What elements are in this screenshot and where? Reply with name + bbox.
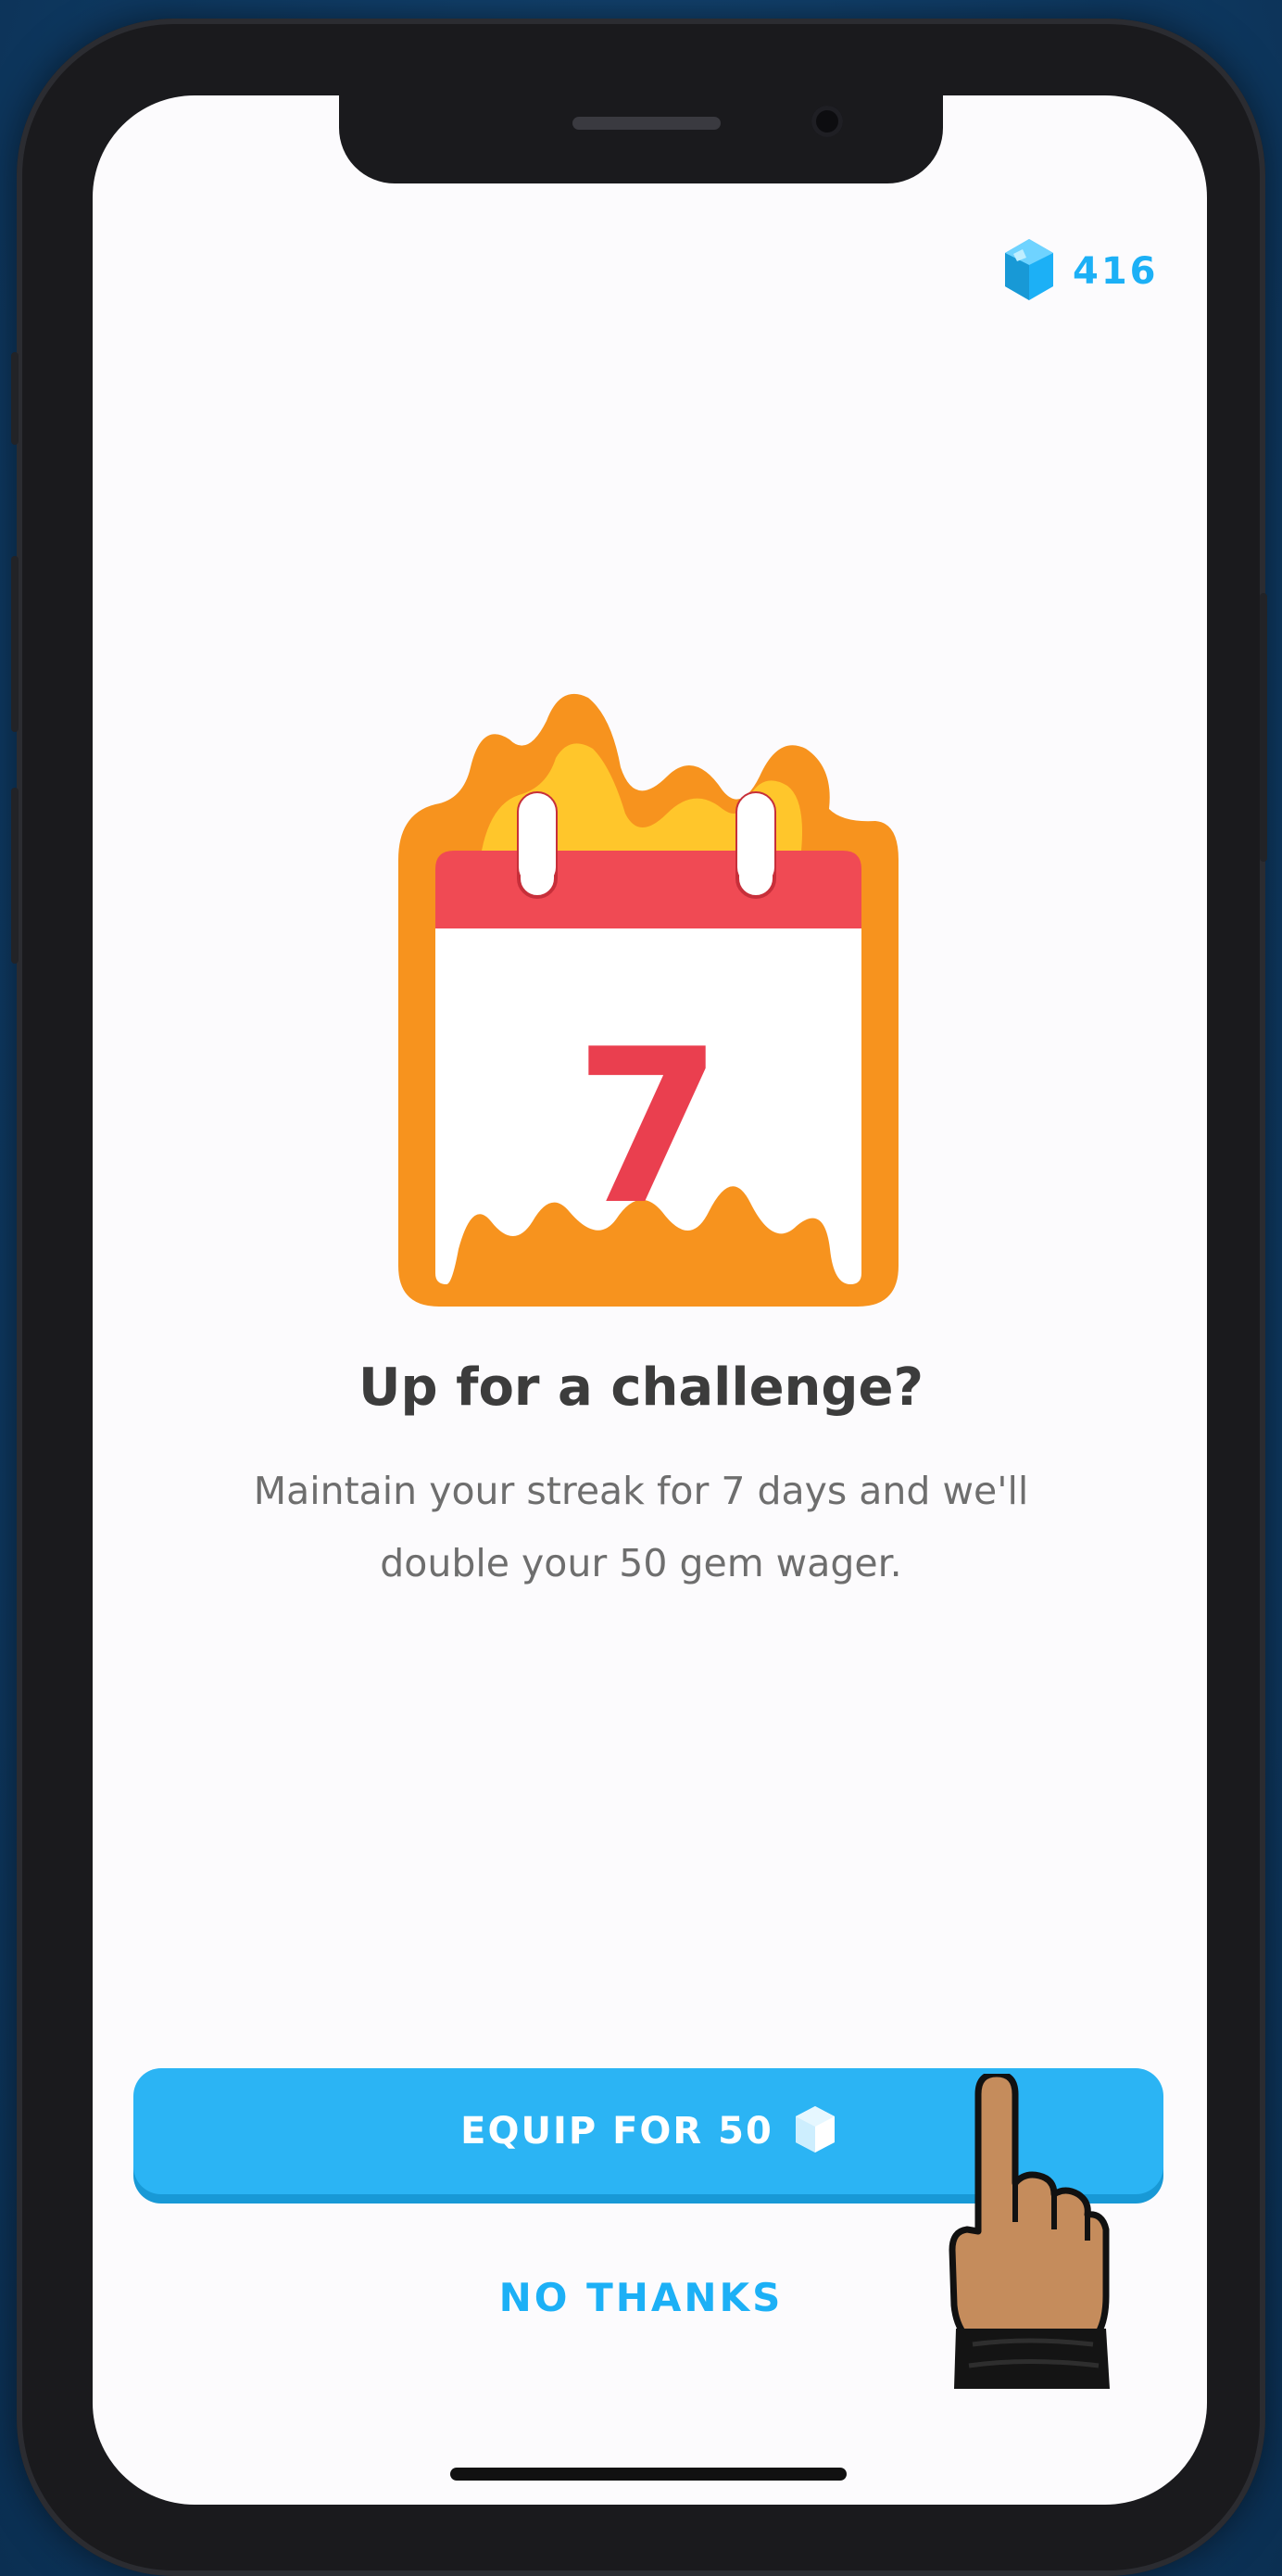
- gem-icon: [1002, 237, 1056, 306]
- power-button: [1260, 593, 1267, 862]
- volume-up-button: [11, 556, 19, 732]
- volume-down-button: [11, 788, 19, 964]
- calendar-day-number: 7: [574, 1004, 723, 1252]
- equip-button-label: EQUIP FOR 50: [460, 2110, 773, 2153]
- pointing-hand-icon: [936, 2070, 1112, 2389]
- home-indicator[interactable]: [450, 2468, 847, 2481]
- gem-count: 416: [1073, 250, 1159, 293]
- challenge-description: Maintain your streak for 7 days and we'l…: [176, 1455, 1106, 1599]
- gem-icon: [794, 2104, 836, 2158]
- description-line-1: Maintain your streak for 7 days and we'l…: [253, 1469, 1029, 1513]
- mute-switch: [11, 352, 19, 445]
- gem-counter[interactable]: 416: [1002, 234, 1159, 309]
- page-title: Up for a challenge?: [358, 1357, 924, 1418]
- front-camera: [811, 106, 843, 137]
- speaker: [572, 117, 721, 130]
- notch: [339, 95, 943, 183]
- description-line-2: double your 50 gem wager.: [380, 1541, 902, 1585]
- flaming-calendar-icon: 7: [398, 684, 899, 1314]
